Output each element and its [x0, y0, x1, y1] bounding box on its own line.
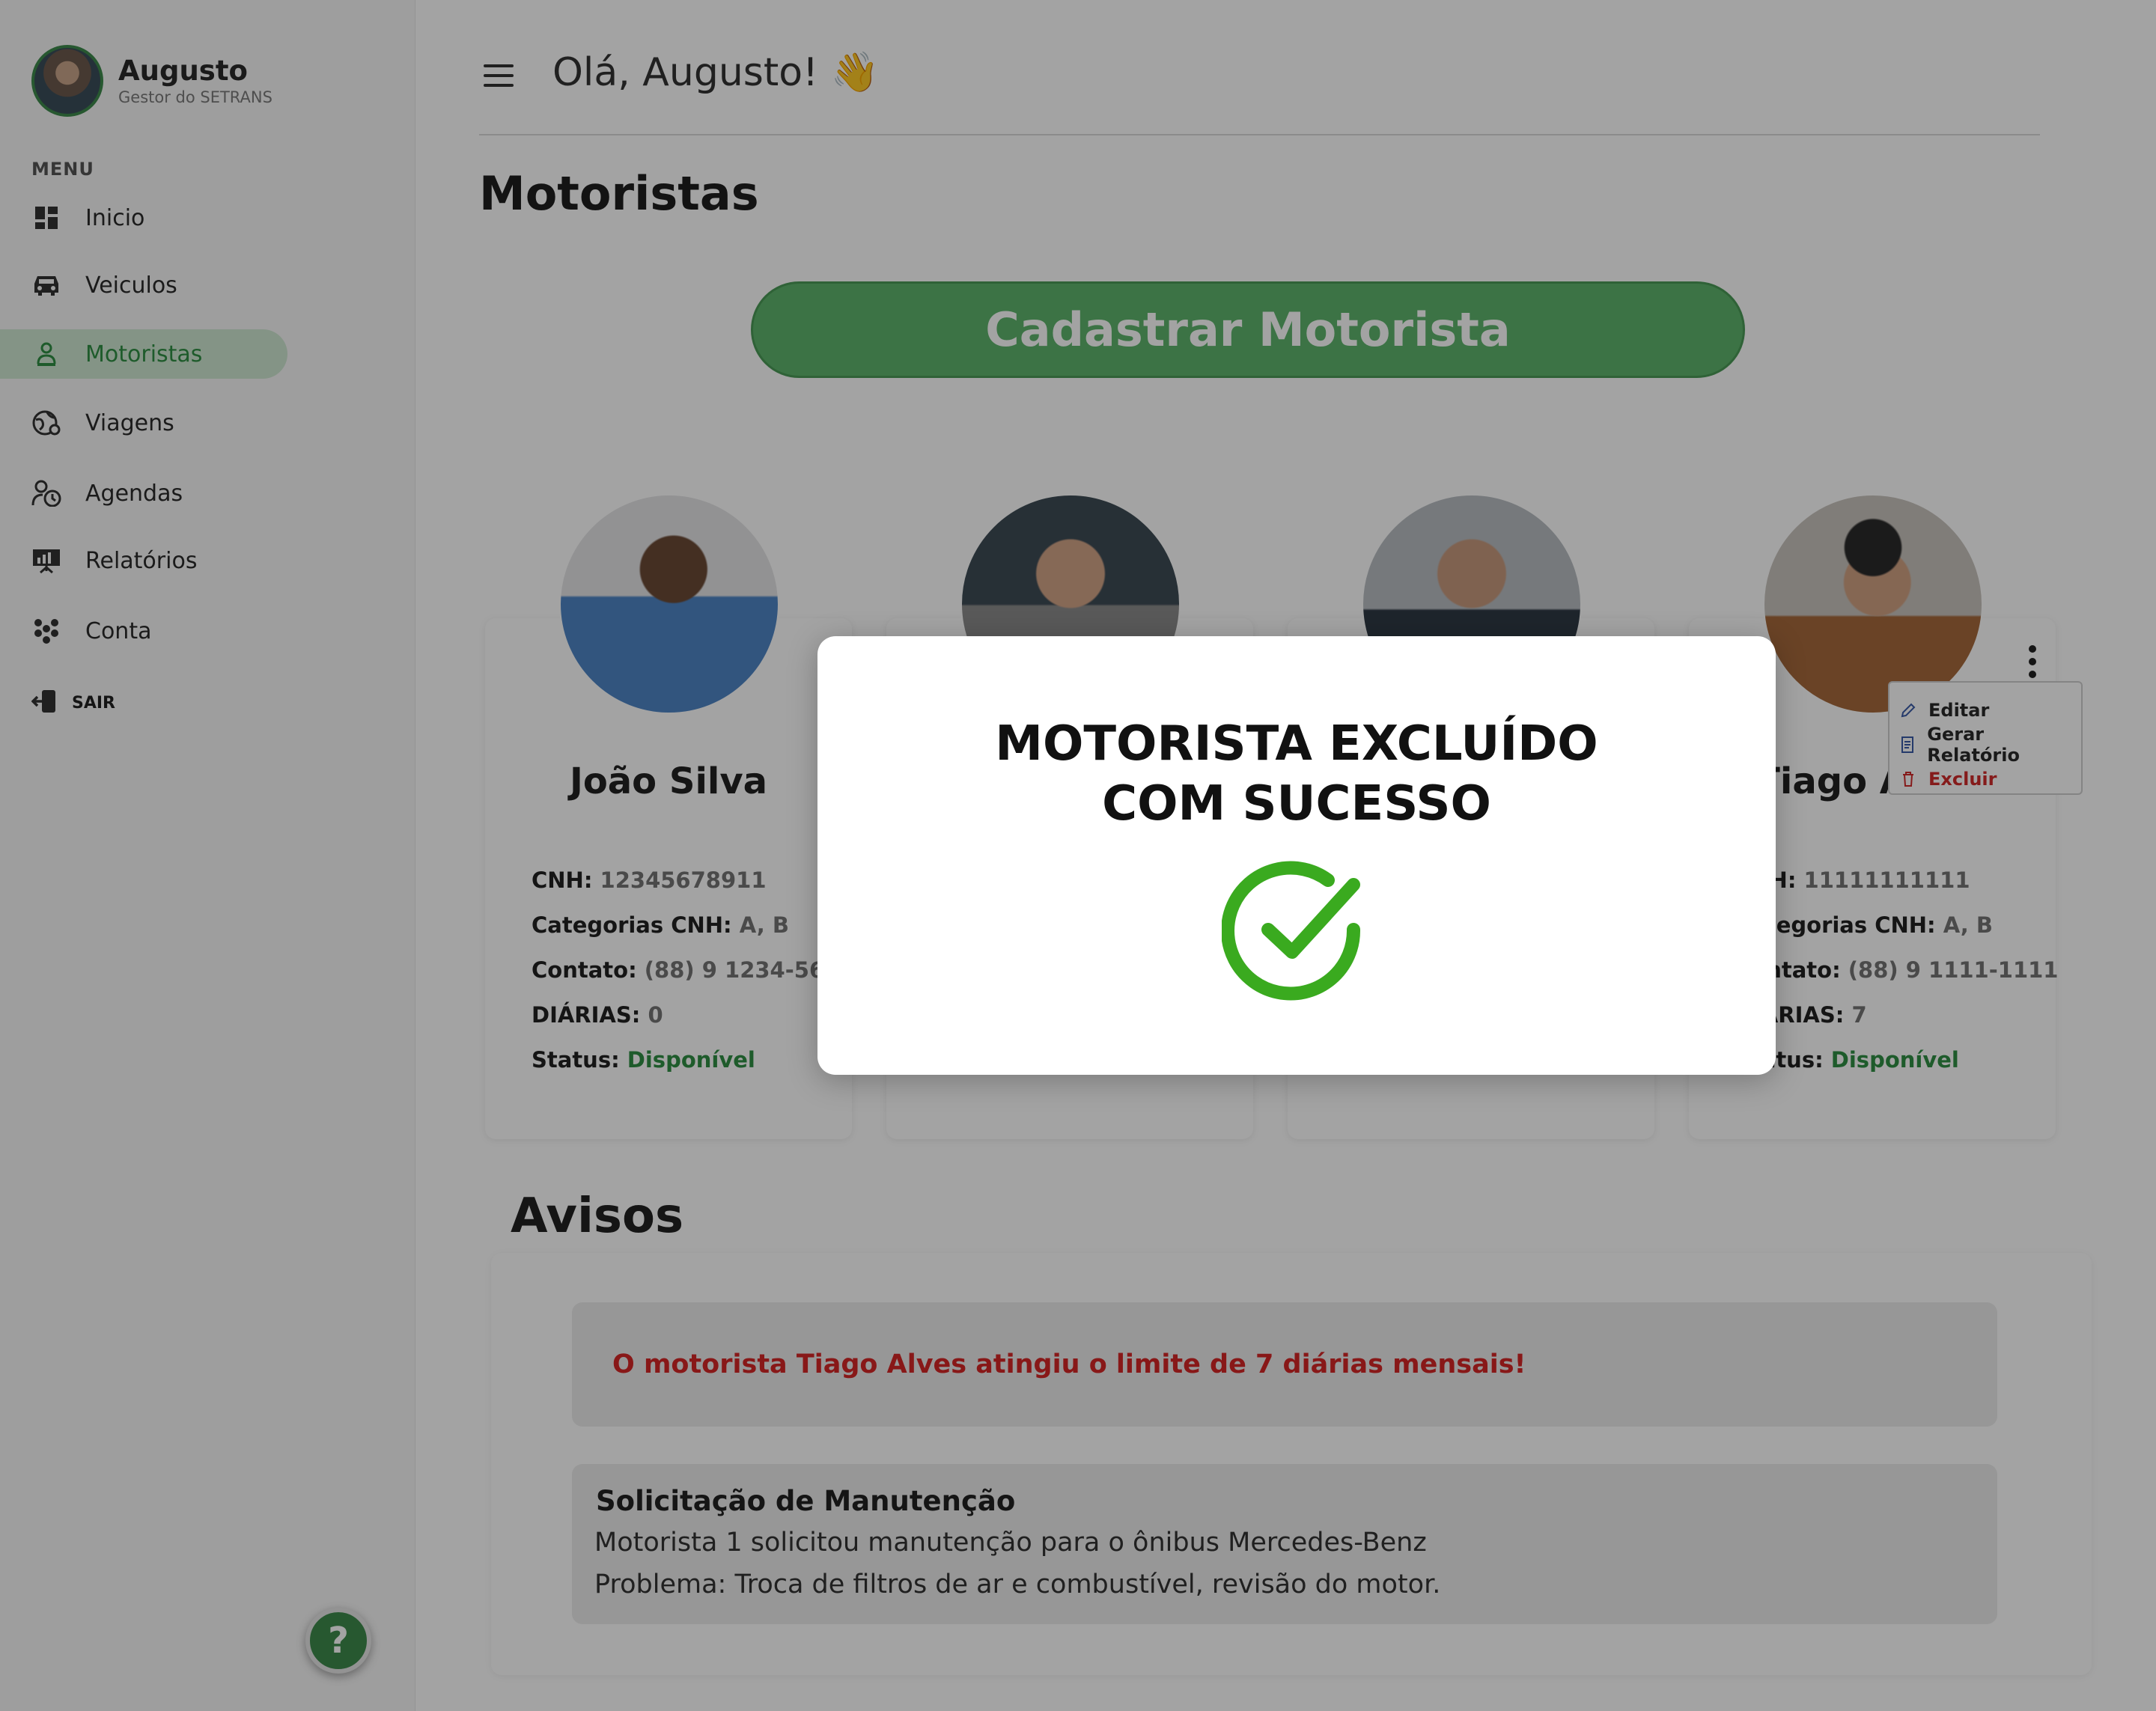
success-modal: MOTORISTA EXCLUÍDO COM SUCESSO [817, 636, 1776, 1075]
modal-message-line1: MOTORISTA EXCLUÍDO [995, 716, 1598, 772]
success-check-icon [1222, 861, 1361, 1001]
modal-message: MOTORISTA EXCLUÍDO COM SUCESSO [817, 714, 1776, 834]
modal-message-line2: COM SUCESSO [1102, 776, 1491, 832]
